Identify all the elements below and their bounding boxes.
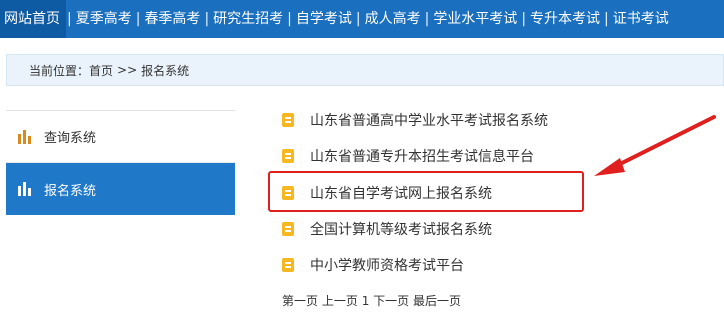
- sidebar-item-query-system[interactable]: 查询系统: [6, 111, 235, 163]
- pager-next[interactable]: 下一页: [373, 294, 409, 308]
- nav-separator: |: [604, 11, 609, 27]
- document-icon: [282, 258, 294, 272]
- list-item[interactable]: 全国计算机等级考试报名系统: [282, 211, 492, 247]
- pagination: 第一页 上一页 1 下一页 最后一页: [282, 292, 461, 309]
- top-nav-bar: 网站首页 | 夏季高考 | 春季高考 | 研究生招考 | 自学考试 | 成人高考…: [0, 0, 724, 38]
- nav-separator: |: [424, 11, 430, 27]
- breadcrumb: 当前位置： 首页 >> 报名系统: [6, 54, 724, 86]
- nav-upgrade-exam[interactable]: 专升本考试: [527, 0, 603, 38]
- nav-graduate-exam[interactable]: 研究生招考: [210, 0, 286, 38]
- nav-home[interactable]: 网站首页: [0, 0, 66, 38]
- nav-separator: |: [355, 11, 361, 27]
- nav-separator: |: [67, 11, 72, 27]
- red-arrow-icon: [594, 115, 716, 176]
- pager-prev[interactable]: 上一页: [322, 294, 358, 308]
- bar-chart-icon: [18, 129, 34, 144]
- nav-summer-gaokao[interactable]: 夏季高考: [73, 0, 135, 38]
- nav-academic-proficiency[interactable]: 学业水平考试: [430, 0, 520, 38]
- document-icon: [282, 222, 294, 236]
- pager-current-page: 1: [361, 294, 370, 308]
- document-icon: [282, 113, 294, 127]
- sidebar-item-label: 报名系统: [44, 183, 97, 199]
- link-text[interactable]: 全国计算机等级考试报名系统: [310, 219, 492, 239]
- link-text[interactable]: 山东省普通专升本招生考试信息平台: [310, 146, 534, 166]
- list-item[interactable]: 山东省普通高中学业水平考试报名系统: [282, 102, 548, 138]
- nav-spring-gaokao[interactable]: 春季高考: [141, 0, 203, 38]
- document-icon: [282, 186, 294, 200]
- pager-last[interactable]: 最后一页: [413, 294, 461, 308]
- breadcrumb-home-link[interactable]: 首页: [89, 62, 113, 79]
- link-text[interactable]: 中小学教师资格考试平台: [310, 255, 464, 275]
- breadcrumb-prefix: 当前位置：: [29, 63, 90, 78]
- nav-adult-gaokao[interactable]: 成人高考: [362, 0, 424, 38]
- link-text[interactable]: 山东省自学考试网上报名系统: [310, 183, 492, 203]
- nav-self-study-exam[interactable]: 自学考试: [293, 0, 355, 38]
- sidebar: 查询系统 报名系统: [6, 110, 235, 215]
- nav-separator: |: [287, 11, 292, 27]
- breadcrumb-separator: >>: [117, 63, 138, 77]
- nav-certificate-exam[interactable]: 证书考试: [610, 0, 672, 38]
- nav-separator: |: [204, 11, 210, 27]
- sidebar-item-label: 查询系统: [44, 131, 97, 146]
- sidebar-item-registration-system[interactable]: 报名系统: [6, 163, 235, 215]
- list-item[interactable]: 山东省普通专升本招生考试信息平台: [282, 138, 534, 174]
- pager-first[interactable]: 第一页: [282, 294, 318, 308]
- list-item[interactable]: 中小学教师资格考试平台: [282, 247, 464, 283]
- breadcrumb-current[interactable]: 报名系统: [141, 62, 189, 79]
- nav-separator: |: [521, 11, 527, 27]
- bar-chart-icon: [18, 182, 34, 196]
- nav-separator: |: [135, 11, 141, 27]
- link-text[interactable]: 山东省普通高中学业水平考试报名系统: [310, 110, 548, 130]
- list-item[interactable]: 山东省自学考试网上报名系统: [282, 175, 492, 211]
- document-icon: [282, 149, 294, 163]
